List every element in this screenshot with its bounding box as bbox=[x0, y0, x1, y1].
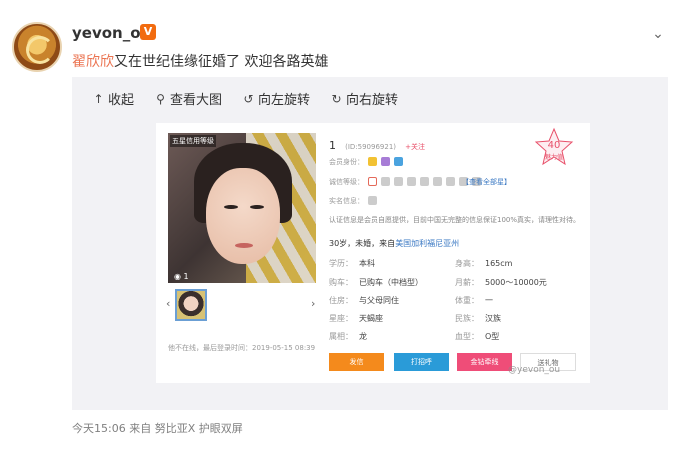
magnifier-icon: ⚲ bbox=[156, 91, 165, 106]
profile-id-code: (ID:59096921) bbox=[345, 143, 396, 151]
mention-link[interactable]: 翟欣欣 bbox=[72, 54, 114, 70]
follow-button[interactable]: +关注 bbox=[405, 143, 425, 151]
attr-height: 身高： 165cm bbox=[455, 259, 513, 268]
last-login-text: 他不在线，最后登录时间：2019-05-15 08:39 bbox=[168, 344, 316, 352]
vip-icon bbox=[381, 157, 390, 166]
view-large-button[interactable]: ⚲ 查看大图 bbox=[154, 89, 223, 109]
rotate-right-icon: ↻ bbox=[331, 91, 342, 106]
rotate-right-label: 向右旋转 bbox=[346, 93, 399, 108]
charm-label: 魅力值 bbox=[544, 154, 563, 161]
attr-ethnicity: 民族： 汉族 bbox=[455, 314, 501, 323]
attr-car: 购车： 已购车（中档型） bbox=[329, 278, 423, 287]
user-avatar[interactable] bbox=[12, 22, 62, 72]
rotate-left-icon: ↺ bbox=[243, 91, 254, 106]
profile-id-line: 1 (ID:59096921) +关注 bbox=[329, 134, 425, 153]
member-label: 会员身份： bbox=[329, 158, 364, 166]
photo-count: ◉ 1 bbox=[174, 272, 189, 281]
attr-salary: 月薪： 5000～10000元 bbox=[455, 278, 547, 287]
chevron-down-icon[interactable]: ⌄ bbox=[648, 24, 668, 44]
photo-credit-label: 五星信用等级 bbox=[170, 135, 216, 147]
gold-matchmaking-button[interactable]: 金钻牵线 bbox=[457, 353, 512, 371]
verified-badge-icon: V bbox=[140, 24, 156, 40]
house-icon bbox=[420, 177, 429, 186]
phone-icon bbox=[368, 177, 377, 186]
collapse-button[interactable]: ↑ 收起 bbox=[92, 89, 135, 109]
member-icon bbox=[368, 157, 377, 166]
attr-housing: 住房： 与父母同住 bbox=[329, 296, 399, 305]
weibo-watermark: @yevon_ou bbox=[508, 365, 561, 375]
rotate-left-button[interactable]: ↺ 向左旋转 bbox=[242, 89, 311, 109]
profile-photo[interactable] bbox=[168, 133, 316, 283]
attr-blood-type: 血型： O型 bbox=[455, 332, 500, 341]
chevron-right-icon[interactable]: › bbox=[311, 297, 315, 310]
post-meta: 今天15:06 来自 努比亚X 护眼双屏 bbox=[72, 422, 243, 435]
post-text: 翟欣欣又在世纪佳缘征婚了 欢迎各路英雄 bbox=[72, 51, 328, 71]
attr-weight: 体重：一 bbox=[455, 296, 493, 305]
verified-icon bbox=[394, 157, 403, 166]
education-icon bbox=[407, 177, 416, 186]
send-message-button[interactable]: 发信 bbox=[329, 353, 384, 371]
arrow-up-icon: ↑ bbox=[93, 91, 104, 106]
rotate-right-button[interactable]: ↻ 向右旋转 bbox=[330, 89, 399, 109]
id-card-icon bbox=[394, 177, 403, 186]
city-link[interactable]: 美国加利福尼亚州 bbox=[395, 239, 459, 248]
mail-icon bbox=[381, 177, 390, 186]
realname-label: 实名信息： bbox=[329, 197, 364, 205]
collapse-label: 收起 bbox=[108, 93, 135, 108]
charm-value: 40 bbox=[547, 140, 561, 151]
income-icon bbox=[446, 177, 455, 186]
age-location-line: 30岁，未婚，来自美国加利福尼亚州 bbox=[329, 239, 460, 248]
realname-icons bbox=[368, 196, 377, 205]
rotate-left-label: 向左旋转 bbox=[258, 93, 311, 108]
realname-icon bbox=[368, 196, 377, 205]
attr-zodiac: 星座： 天蝎座 bbox=[329, 314, 383, 323]
attr-education: 学历： 本科 bbox=[329, 259, 375, 268]
car-icon bbox=[433, 177, 442, 186]
chevron-left-icon[interactable]: ‹ bbox=[166, 297, 170, 310]
post-body: 又在世纪佳缘征婚了 欢迎各路英雄 bbox=[114, 54, 329, 70]
disclaimer-text: 认证信息是会员自愿提供，目前中国无完整的信息保证100%真实，请理性对待。 bbox=[329, 216, 581, 224]
member-icons bbox=[368, 157, 403, 166]
view-large-label: 查看大图 bbox=[170, 93, 223, 108]
attr-chinese-zodiac: 属相：龙 bbox=[329, 332, 367, 341]
photo-thumbnail[interactable] bbox=[175, 289, 207, 321]
integrity-link[interactable]: 【查看全部星】 bbox=[462, 177, 511, 187]
profile-number: 1 bbox=[329, 139, 336, 152]
greet-button[interactable]: 打招呼 bbox=[394, 353, 449, 371]
integrity-label: 诚信等级： bbox=[329, 178, 364, 186]
image-toolbar: ↑ 收起 ⚲ 查看大图 ↺ 向左旋转 ↻ 向右旋转 bbox=[92, 89, 399, 109]
